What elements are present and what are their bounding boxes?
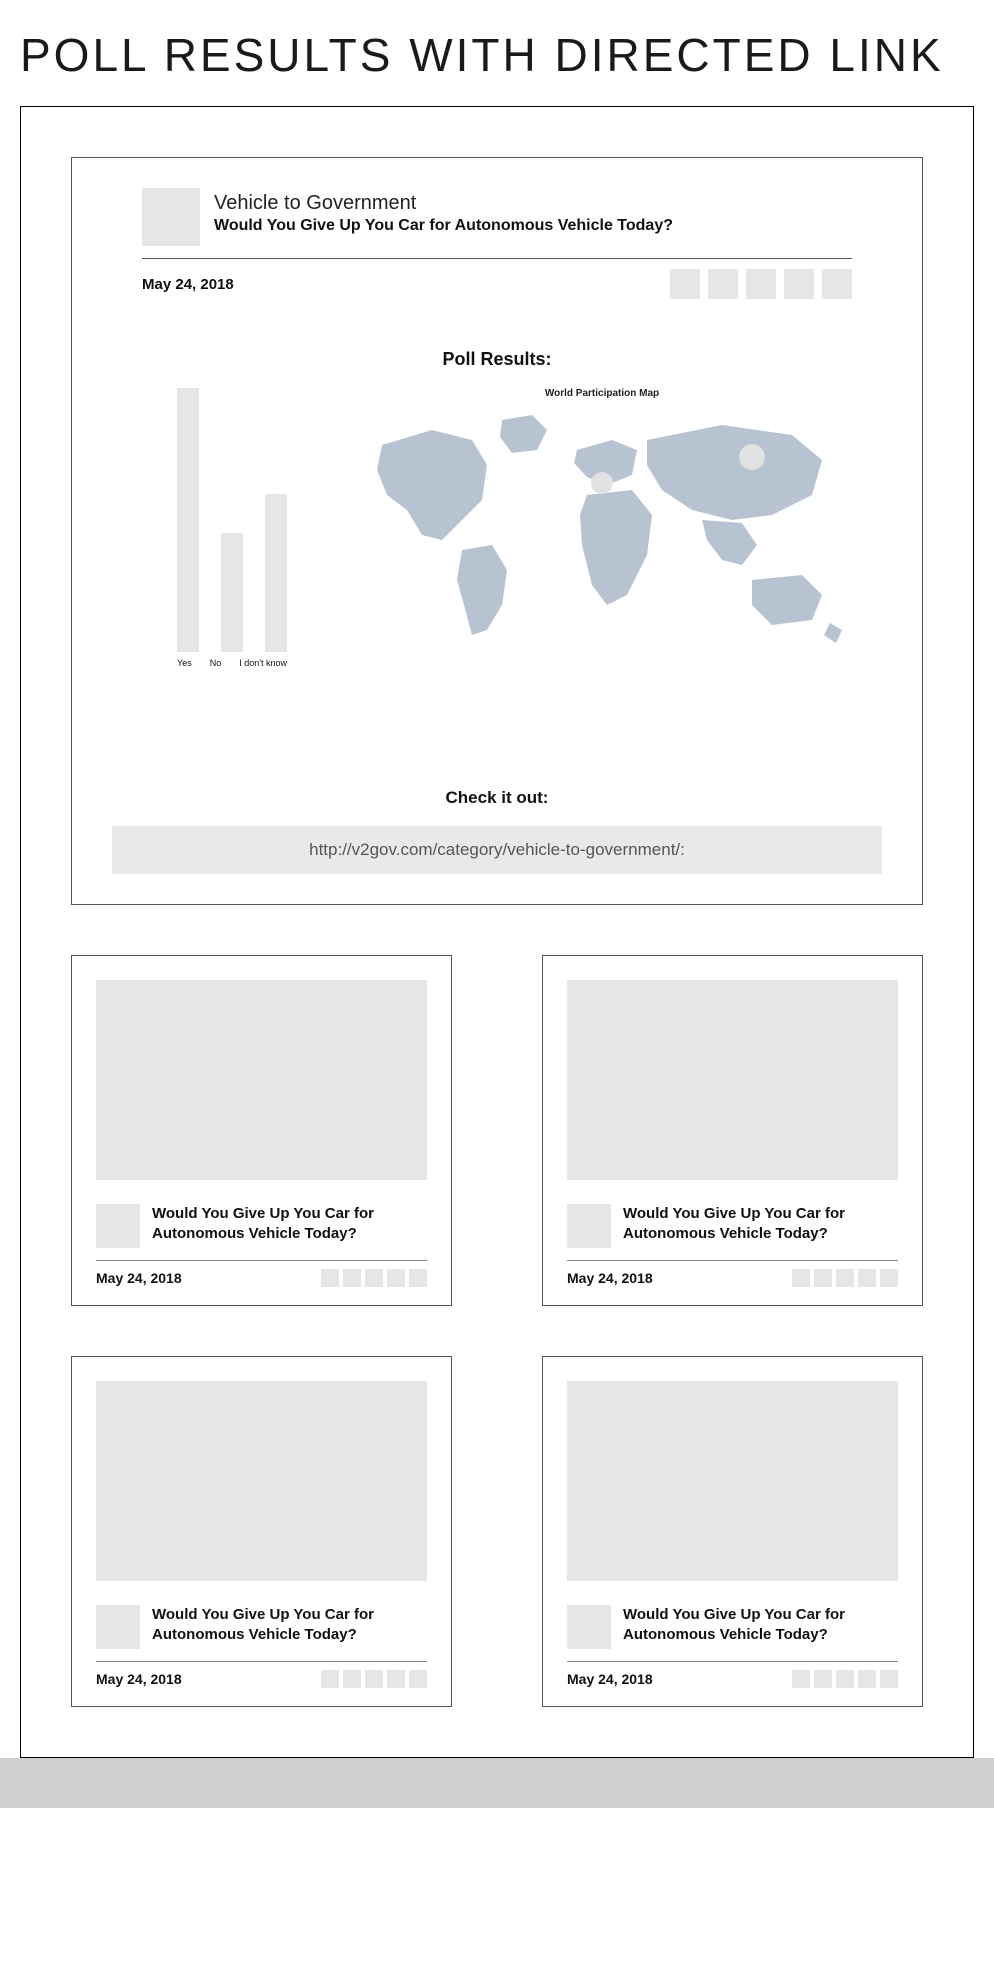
share-icon-placeholder[interactable] — [836, 1670, 854, 1688]
check-it-out-label: Check it out: — [112, 788, 882, 808]
directed-link-box[interactable]: http://v2gov.com/category/vehicle-to-gov… — [112, 826, 882, 874]
share-icon-placeholder[interactable] — [365, 1269, 383, 1287]
share-icon-placeholder[interactable] — [880, 1670, 898, 1688]
category-label: Vehicle to Government — [214, 192, 882, 215]
divider — [567, 1661, 898, 1662]
main-poll-card: Vehicle to Government Would You Give Up … — [71, 157, 923, 905]
avatar-placeholder — [96, 1204, 140, 1248]
share-icon-placeholder[interactable] — [343, 1670, 361, 1688]
related-cards-grid: Would You Give Up You Car for Autonomous… — [71, 955, 923, 1707]
card-thumbnail-placeholder — [567, 980, 898, 1180]
share-icons-row — [792, 1269, 898, 1287]
world-map-icon — [352, 405, 852, 655]
avatar-placeholder — [142, 188, 200, 246]
share-icon-placeholder[interactable] — [708, 269, 738, 299]
share-icon-placeholder[interactable] — [784, 269, 814, 299]
card-date: May 24, 2018 — [96, 1671, 182, 1687]
share-icon-placeholder[interactable] — [858, 1269, 876, 1287]
share-icon-placeholder[interactable] — [409, 1269, 427, 1287]
related-poll-card[interactable]: Would You Give Up You Car for Autonomous… — [542, 1356, 923, 1707]
avatar-placeholder — [96, 1605, 140, 1649]
card-date: May 24, 2018 — [567, 1671, 653, 1687]
share-icon-placeholder[interactable] — [836, 1269, 854, 1287]
card-date: May 24, 2018 — [96, 1270, 182, 1286]
share-icon-placeholder[interactable] — [792, 1269, 810, 1287]
card-date: May 24, 2018 — [567, 1270, 653, 1286]
related-poll-card[interactable]: Would You Give Up You Car for Autonomous… — [542, 955, 923, 1306]
share-icon-placeholder[interactable] — [343, 1269, 361, 1287]
poll-date: May 24, 2018 — [142, 276, 234, 293]
card-thumbnail-placeholder — [96, 980, 427, 1180]
avatar-placeholder — [567, 1605, 611, 1649]
share-icon-placeholder[interactable] — [822, 269, 852, 299]
chart-bar — [221, 533, 243, 652]
poll-question: Would You Give Up You Car for Autonomous… — [214, 217, 882, 235]
divider — [567, 1260, 898, 1261]
share-icons-row — [321, 1670, 427, 1688]
map-caption: World Participation Map — [352, 388, 852, 399]
page-title: POLL RESULTS WITH DIRECTED LINK — [0, 0, 994, 106]
share-icon-placeholder[interactable] — [880, 1269, 898, 1287]
chart-bar-label: I don't know — [239, 658, 287, 668]
divider — [96, 1661, 427, 1662]
poll-results-heading: Poll Results: — [112, 349, 882, 370]
share-icon-placeholder[interactable] — [321, 1269, 339, 1287]
share-icon-placeholder[interactable] — [387, 1670, 405, 1688]
share-icon-placeholder[interactable] — [814, 1269, 832, 1287]
share-icon-placeholder[interactable] — [670, 269, 700, 299]
share-icon-placeholder[interactable] — [387, 1269, 405, 1287]
card-question: Would You Give Up You Car for Autonomous… — [623, 1605, 898, 1644]
card-question: Would You Give Up You Car for Autonomous… — [152, 1605, 427, 1644]
share-icon-placeholder[interactable] — [321, 1670, 339, 1688]
share-icons-row — [670, 269, 852, 299]
share-icons-row — [321, 1269, 427, 1287]
share-icon-placeholder[interactable] — [858, 1670, 876, 1688]
card-thumbnail-placeholder — [96, 1381, 427, 1581]
share-icon-placeholder[interactable] — [365, 1670, 383, 1688]
share-icon-placeholder[interactable] — [814, 1670, 832, 1688]
divider — [96, 1260, 427, 1261]
related-poll-card[interactable]: Would You Give Up You Car for Autonomous… — [71, 955, 452, 1306]
share-icon-placeholder[interactable] — [746, 269, 776, 299]
share-icon-placeholder[interactable] — [409, 1670, 427, 1688]
chart-bar — [177, 388, 199, 652]
card-thumbnail-placeholder — [567, 1381, 898, 1581]
avatar-placeholder — [567, 1204, 611, 1248]
wireframe-container: Vehicle to Government Would You Give Up … — [20, 106, 974, 1758]
card-question: Would You Give Up You Car for Autonomous… — [623, 1204, 898, 1243]
chart-bar-label: Yes — [177, 658, 192, 668]
share-icon-placeholder[interactable] — [792, 1670, 810, 1688]
footer-bar — [0, 1758, 994, 1808]
poll-bar-chart: Yes No I don't know — [142, 388, 322, 668]
share-icons-row — [792, 1670, 898, 1688]
chart-bar-label: No — [210, 658, 222, 668]
chart-bar — [265, 494, 287, 652]
world-map-area: World Participation Map — [352, 388, 852, 655]
card-question: Would You Give Up You Car for Autonomous… — [152, 1204, 427, 1243]
related-poll-card[interactable]: Would You Give Up You Car for Autonomous… — [71, 1356, 452, 1707]
